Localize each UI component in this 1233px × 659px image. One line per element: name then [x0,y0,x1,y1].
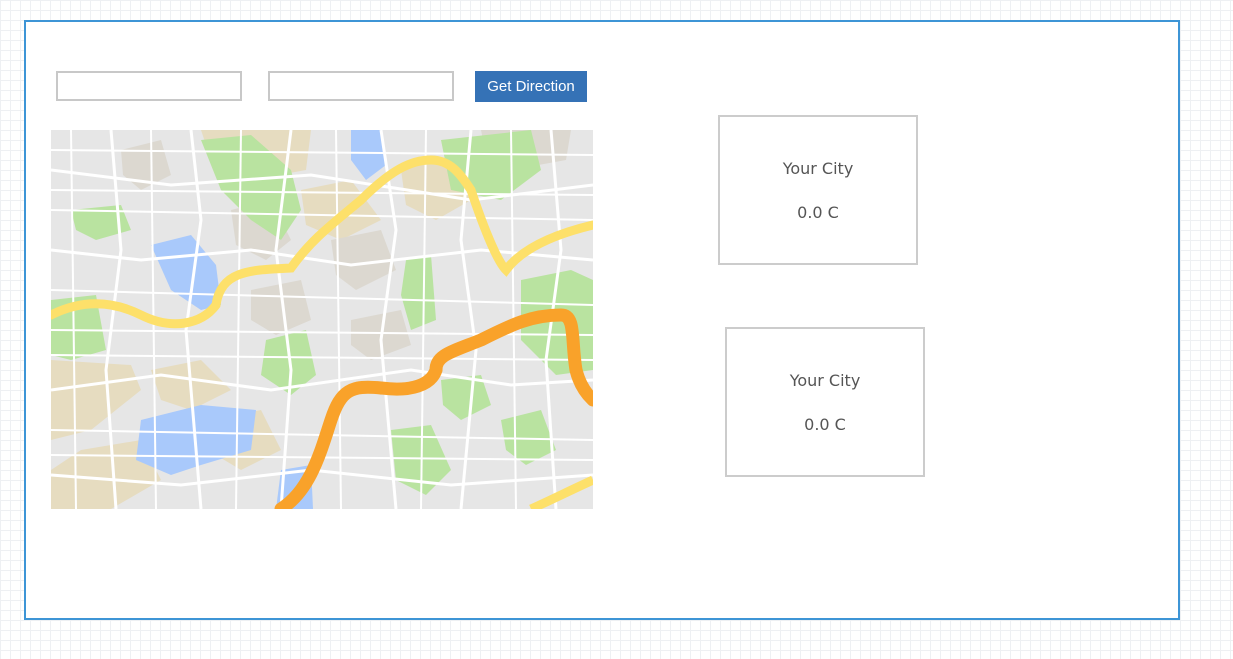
origin-input[interactable] [56,71,242,101]
city-name: Your City [782,159,854,178]
temperature-value: 0.0 C [797,203,839,222]
map-image[interactable] [51,130,593,509]
city-name: Your City [789,371,861,390]
map-svg [51,130,593,509]
weather-card: Your City 0.0 C [718,115,918,265]
temperature-value: 0.0 C [804,415,846,434]
get-direction-button[interactable]: Get Direction [475,71,587,102]
destination-input[interactable] [268,71,454,101]
weather-card: Your City 0.0 C [725,327,925,477]
